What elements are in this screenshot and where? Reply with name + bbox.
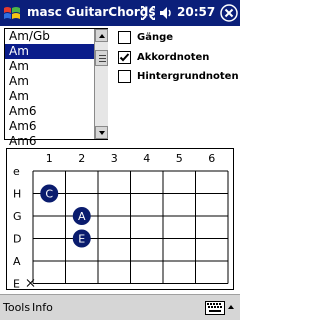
chord-list-item[interactable]: Am xyxy=(5,89,94,104)
chord-list-item[interactable]: Am xyxy=(5,74,94,89)
up-arrow-icon xyxy=(99,34,105,38)
string-label-D: D xyxy=(13,233,21,246)
grip-line xyxy=(99,55,106,56)
chord-list-item[interactable]: Am6 xyxy=(5,119,94,134)
fretboard[interactable]: 123456eHGDAECAE xyxy=(6,148,234,290)
menu-info[interactable]: Info xyxy=(32,301,53,314)
connectivity-icon[interactable] xyxy=(140,5,156,21)
close-button[interactable] xyxy=(220,4,238,22)
gaenge-label: Gänge xyxy=(137,32,174,43)
checkmark-icon xyxy=(119,53,130,62)
scroll-thumb[interactable] xyxy=(95,50,108,66)
list-scrollbar[interactable] xyxy=(94,29,108,139)
hintergrundnoten-label: Hintergrundnoten xyxy=(137,71,239,82)
fretboard-diagram: 1 2 3 4 5 6eHGDAECAE xyxy=(13,152,229,290)
gaenge-checkbox[interactable] xyxy=(118,31,131,44)
note-label: C xyxy=(45,188,53,201)
chord-list[interactable]: Am/Gb Am Am Am Am Am6 Am6 Am6 xyxy=(4,28,108,148)
fret-number-4: 4 xyxy=(143,152,150,165)
akkordnoten-label: Akkordnoten xyxy=(137,52,210,63)
fret-number-5: 5 xyxy=(176,152,183,165)
string-label-G: G xyxy=(13,210,22,223)
fret-number-2: 2 xyxy=(78,152,85,165)
akkordnoten-checkbox[interactable] xyxy=(118,51,131,64)
menu-bar: Tools Info xyxy=(0,294,240,320)
hintergrundnoten-checkbox[interactable] xyxy=(118,70,131,83)
chord-list-item[interactable]: Am6 xyxy=(5,134,94,149)
start-menu-icon[interactable] xyxy=(2,3,22,23)
string-label-e: e xyxy=(13,165,20,178)
chord-list-item[interactable]: Am6 xyxy=(5,104,94,119)
note-label: A xyxy=(78,210,86,223)
title-bar: masc GuitarChords 20:57 xyxy=(0,0,240,26)
chord-list-item[interactable]: Am/Gb xyxy=(5,29,94,44)
app-title: masc GuitarChords xyxy=(27,5,156,19)
volume-icon[interactable] xyxy=(158,5,174,21)
keyboard-icon[interactable] xyxy=(205,301,225,315)
grip-line xyxy=(99,61,106,62)
clock[interactable]: 20:57 xyxy=(177,5,215,19)
fret-number-1: 1 xyxy=(46,152,53,165)
grip-line xyxy=(99,58,106,59)
scroll-up-button[interactable] xyxy=(95,29,108,42)
chord-list-item[interactable]: Am xyxy=(5,44,94,59)
menu-tools[interactable]: Tools xyxy=(3,301,30,314)
down-arrow-icon xyxy=(99,131,105,135)
chord-list-item[interactable]: Am xyxy=(5,59,94,74)
string-label-E: E xyxy=(13,278,20,290)
fret-number-6: 6 xyxy=(208,152,215,165)
string-label-H: H xyxy=(13,188,21,201)
note-label: E xyxy=(78,233,85,246)
scroll-down-button[interactable] xyxy=(95,126,108,139)
string-label-A: A xyxy=(13,255,21,268)
fret-number-3: 3 xyxy=(111,152,118,165)
chord-list-items: Am/Gb Am Am Am Am Am6 Am6 Am6 xyxy=(5,29,94,149)
input-panel-arrow-icon[interactable] xyxy=(228,305,234,309)
